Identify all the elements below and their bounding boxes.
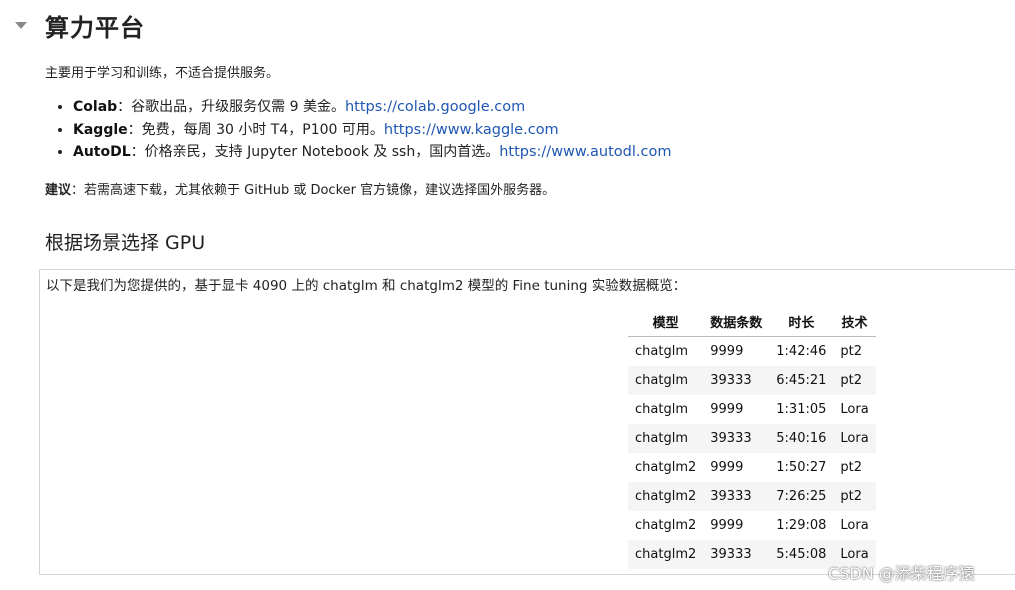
column-header-duration: 时长 bbox=[769, 307, 834, 337]
platform-desc: ：谷歌出品，升级服务仅需 9 美金。 bbox=[117, 99, 345, 115]
section-heading: 根据场景选择 GPU bbox=[45, 232, 206, 254]
cell-count: 9999 bbox=[710, 402, 744, 417]
advice-text: 建议：若需高速下载，尤其依赖于 GitHub 或 Docker 官方镜像，建议选… bbox=[45, 179, 555, 198]
platform-desc: ：价格亲民，支持 Jupyter Notebook 及 ssh，国内首选。 bbox=[130, 144, 500, 160]
collapse-toggle-icon[interactable] bbox=[15, 22, 27, 29]
cell-duration: 1:50:27 bbox=[776, 460, 827, 475]
cell-technique: pt2 bbox=[840, 344, 863, 359]
table-row: chatglm2 9999 1:50:27 pt2 bbox=[628, 453, 876, 482]
cell-model: chatglm2 bbox=[635, 518, 697, 533]
cell-count: 9999 bbox=[710, 518, 744, 533]
cell-count: 9999 bbox=[710, 460, 744, 475]
platform-link-kaggle[interactable]: https://www.kaggle.com bbox=[384, 122, 559, 138]
cell-model: chatglm bbox=[635, 402, 688, 417]
cell-technique: Lora bbox=[833, 424, 876, 453]
cell-technique: pt2 bbox=[840, 460, 863, 475]
page-title: 算力平台 bbox=[45, 14, 145, 42]
cell-model: chatglm2 bbox=[635, 460, 697, 475]
cell-model: chatglm bbox=[628, 424, 704, 453]
cell-count: 39333 bbox=[703, 366, 770, 395]
cell-technique: pt2 bbox=[833, 366, 876, 395]
cell-count: 9999 bbox=[710, 344, 744, 359]
platform-name: Colab bbox=[73, 99, 118, 115]
table-row: chatglm 9999 1:42:46 pt2 bbox=[628, 337, 876, 367]
table-header-row: 模型 数据条数 时长 技术 bbox=[628, 307, 876, 337]
cell-technique: pt2 bbox=[833, 482, 876, 511]
cell-count: 39333 bbox=[703, 540, 770, 569]
cell-technique: Lora bbox=[840, 402, 869, 417]
output-cell: 以下是我们为您提供的，基于显卡 4090 上的 chatglm 和 chatgl… bbox=[39, 269, 1015, 575]
platform-list: Colab：谷歌出品，升级服务仅需 9 美金。https://colab.goo… bbox=[45, 96, 672, 164]
intro-text: 主要用于学习和训练，不适合提供服务。 bbox=[45, 66, 280, 81]
cell-model: chatglm bbox=[628, 366, 704, 395]
cell-technique: Lora bbox=[840, 518, 869, 533]
platform-name: Kaggle bbox=[73, 121, 128, 138]
cell-count: 39333 bbox=[703, 482, 770, 511]
cell-duration: 7:26:25 bbox=[769, 482, 834, 511]
platform-item-autodl: AutoDL：价格亲民，支持 Jupyter Notebook 及 ssh，国内… bbox=[73, 141, 672, 164]
platform-link-autodl[interactable]: https://www.autodl.com bbox=[499, 144, 671, 160]
cell-duration: 5:40:16 bbox=[769, 424, 834, 453]
cell-model: chatglm2 bbox=[628, 482, 704, 511]
cell-duration: 1:29:08 bbox=[776, 518, 827, 533]
platform-item-colab: Colab：谷歌出品，升级服务仅需 9 美金。https://colab.goo… bbox=[73, 96, 672, 119]
platform-desc: ：免费，每周 30 小时 T4，P100 可用。 bbox=[127, 121, 384, 138]
column-header-technique: 技术 bbox=[833, 307, 876, 337]
cell-model: chatglm2 bbox=[628, 540, 704, 569]
cell-duration: 6:45:21 bbox=[769, 366, 834, 395]
finetune-data-table: 模型 数据条数 时长 技术 chatglm 9999 1:42:46 pt2 c… bbox=[628, 307, 876, 569]
platform-name: AutoDL bbox=[73, 144, 131, 160]
cell-count: 39333 bbox=[703, 424, 770, 453]
table-row: chatglm2 9999 1:29:08 Lora bbox=[628, 511, 876, 540]
column-header-model: 模型 bbox=[628, 307, 704, 337]
platform-item-kaggle: Kaggle：免费，每周 30 小时 T4，P100 可用。https://ww… bbox=[73, 119, 672, 142]
advice-label: 建议 bbox=[45, 183, 72, 198]
cell-model: chatglm bbox=[635, 344, 688, 359]
table-row: chatglm 39333 5:40:16 Lora bbox=[628, 424, 876, 453]
output-description: 以下是我们为您提供的，基于显卡 4090 上的 chatglm 和 chatgl… bbox=[46, 278, 687, 294]
column-header-count: 数据条数 bbox=[703, 307, 770, 337]
cell-duration: 1:42:46 bbox=[776, 344, 827, 359]
cell-duration: 5:45:08 bbox=[769, 540, 834, 569]
platform-link-colab[interactable]: https://colab.google.com bbox=[345, 99, 525, 115]
watermark-text: CSDN @添柴程序猿 bbox=[828, 564, 975, 583]
table-row: chatglm2 39333 7:26:25 pt2 bbox=[628, 482, 876, 511]
table-row: chatglm 39333 6:45:21 pt2 bbox=[628, 366, 876, 395]
advice-body: ：若需高速下载，尤其依赖于 GitHub 或 Docker 官方镜像，建议选择国… bbox=[71, 183, 556, 198]
table-row: chatglm 9999 1:31:05 Lora bbox=[628, 395, 876, 424]
cell-duration: 1:31:05 bbox=[776, 402, 827, 417]
